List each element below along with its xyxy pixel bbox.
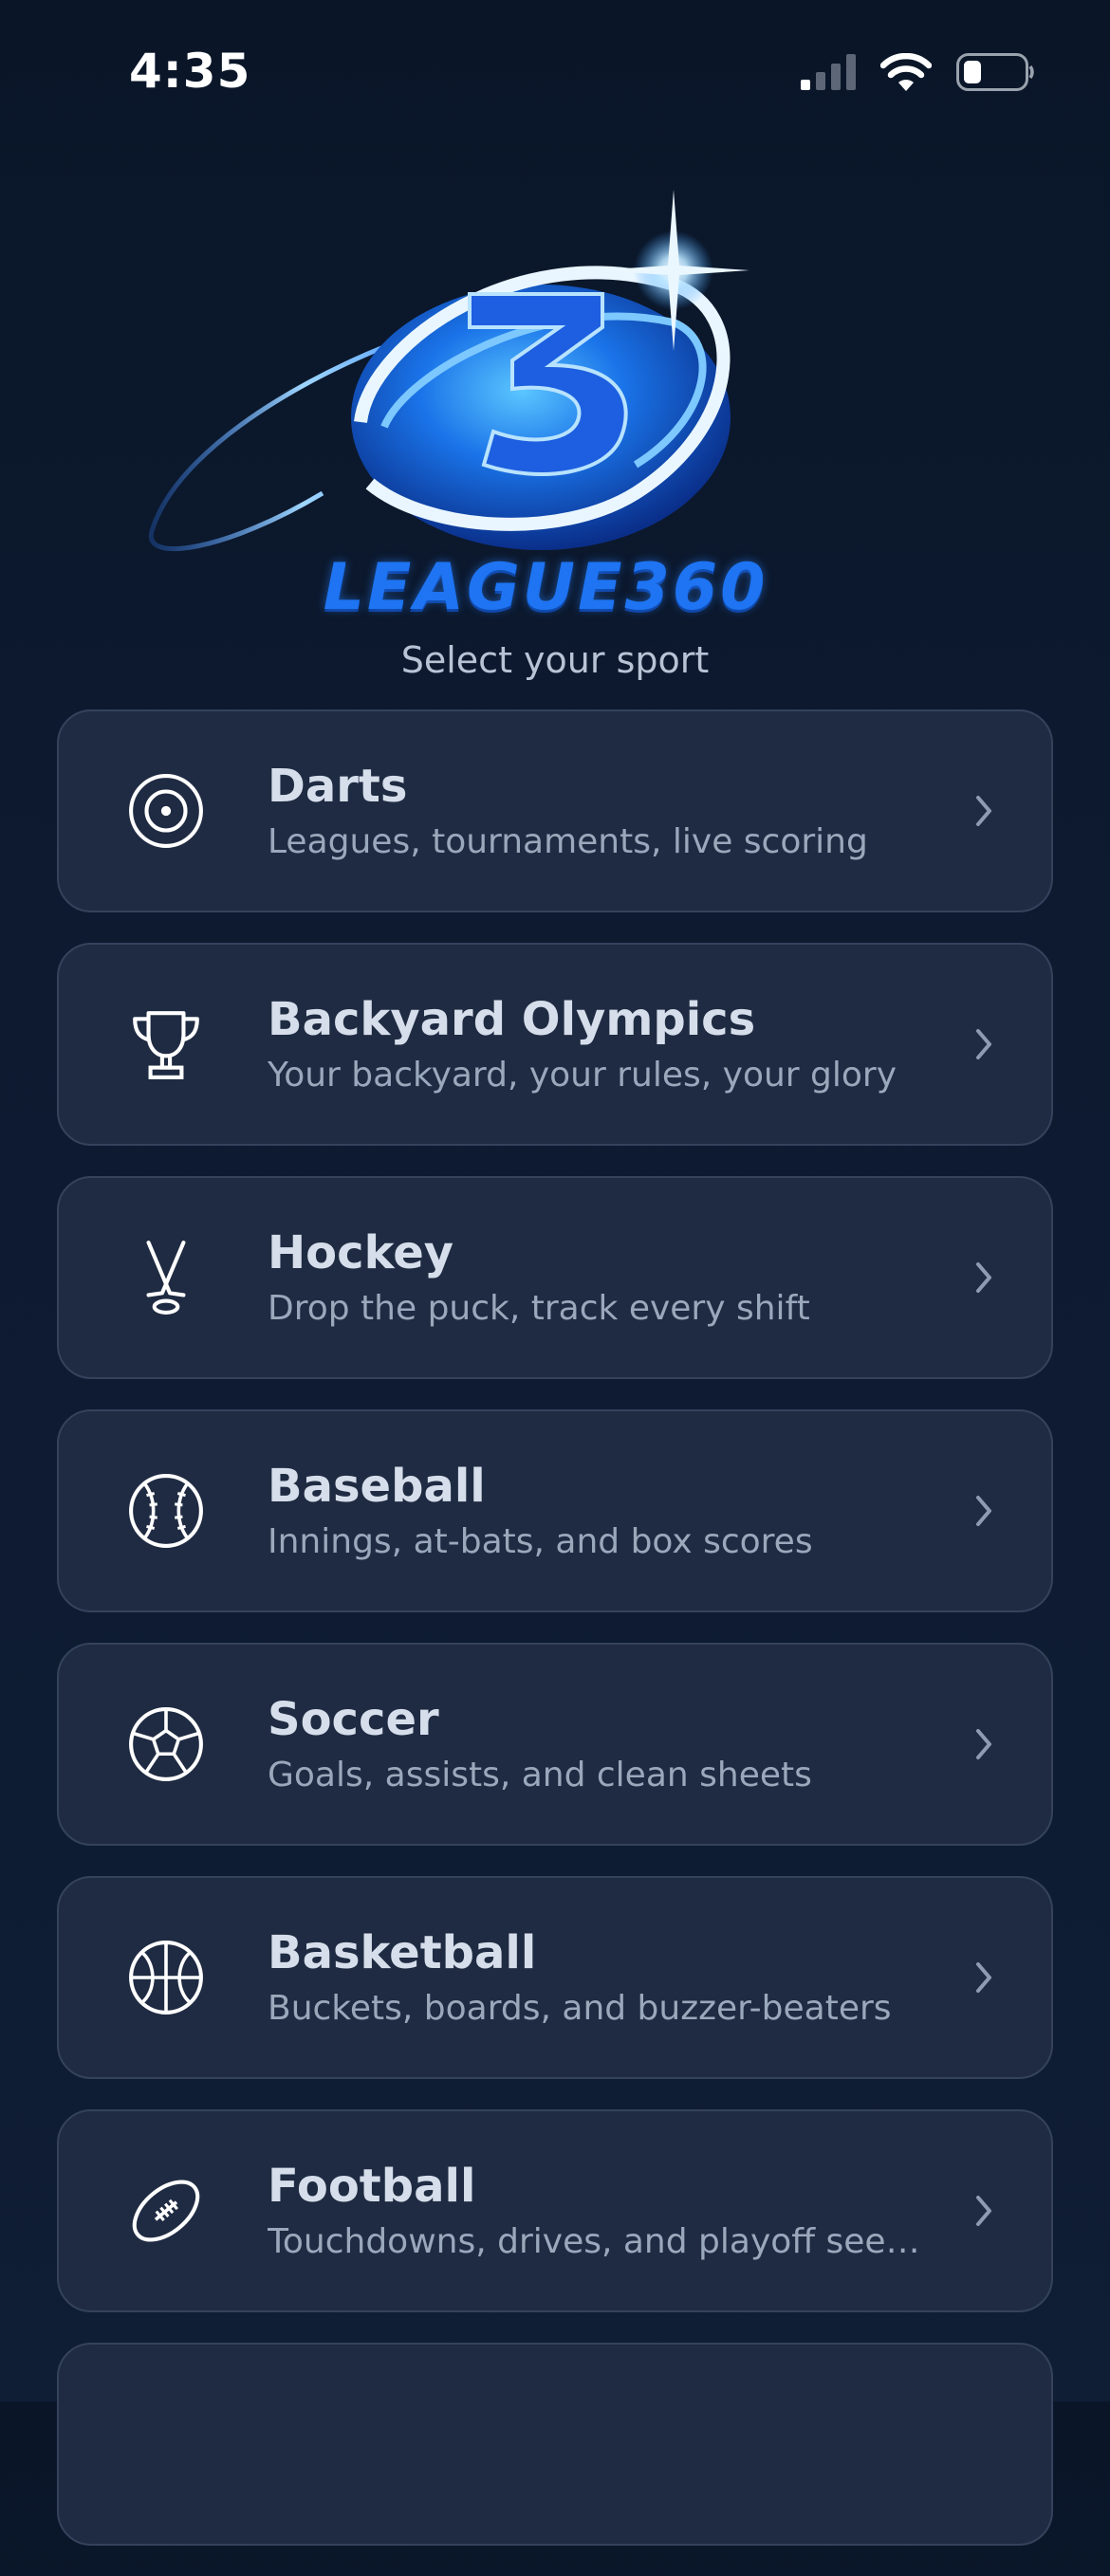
sport-text: Basketball Buckets, boards, and buzzer-b… [268,1925,956,2030]
chevron-right-icon [956,794,1013,828]
chevron-right-icon [956,1960,1013,1995]
sport-card-baseball[interactable]: Baseball Innings, at-bats, and box score… [57,1409,1053,1612]
status-bar: 4:35 [0,0,1110,142]
sport-text: Football Touchdowns, drives, and playoff… [268,2159,956,2263]
chevron-right-icon [956,1260,1013,1295]
soccer-ball-icon [123,1702,209,1787]
sport-list: Darts Leagues, tournaments, live scoring… [57,709,1053,2576]
trophy-icon [123,1002,209,1087]
sport-description: Leagues, tournaments, live scoring [268,822,868,861]
sport-text: Soccer Goals, assists, and clean sheets [268,1692,956,1796]
sport-card-basketball[interactable]: Basketball Buckets, boards, and buzzer-b… [57,1876,1053,2079]
sport-title: Football [268,2160,476,2213]
sport-description: Your backyard, your rules, your glory [268,1056,897,1095]
basketball-icon [123,1935,209,2020]
status-icons [801,52,1034,95]
status-time: 4:35 [129,44,251,99]
battery-icon [956,53,1034,95]
sport-title: Backyard Olympics [268,993,756,1046]
sport-title: Darts [268,760,408,813]
dartboard-icon [123,768,209,854]
football-icon [123,2168,209,2254]
wifi-icon [879,52,933,95]
sport-description: Buckets, boards, and buzzer-beaters [268,1989,892,2028]
chevron-right-icon [956,2194,1013,2228]
sport-title: Hockey [268,1226,454,1279]
sport-title: Basketball [268,1926,537,1979]
sport-title: Soccer [268,1693,439,1746]
chevron-right-icon [956,1727,1013,1761]
hockey-sticks-icon [123,1235,209,1320]
chevron-right-icon [956,1027,1013,1061]
cellular-signal-icon [801,54,856,94]
sport-text: Baseball Innings, at-bats, and box score… [268,1459,956,1563]
sport-card-partial[interactable] [57,2343,1053,2546]
logo-wordmark: LEAGUE360 [323,550,768,625]
sport-card-darts[interactable]: Darts Leagues, tournaments, live scoring [57,709,1053,912]
sport-title: Baseball [268,1460,486,1513]
sport-description: Touchdowns, drives, and playoff seedi... [268,2222,932,2261]
sport-text: Backyard Olympics Your backyard, your ru… [268,992,956,1096]
sport-description: Drop the puck, track every shift [268,1289,810,1328]
sport-description: Innings, at-bats, and box scores [268,1522,813,1561]
sport-description: Goals, assists, and clean sheets [268,1756,812,1794]
sport-text: Hockey Drop the puck, track every shift [268,1225,956,1330]
baseball-icon [123,1468,209,1554]
sport-card-football[interactable]: Football Touchdowns, drives, and playoff… [57,2109,1053,2312]
chevron-right-icon [956,1494,1013,1528]
sport-card-backyard-olympics[interactable]: Backyard Olympics Your backyard, your ru… [57,943,1053,1146]
sport-card-hockey[interactable]: Hockey Drop the puck, track every shift [57,1176,1053,1379]
sport-card-soccer[interactable]: Soccer Goals, assists, and clean sheets [57,1643,1053,1846]
sport-text: Darts Leagues, tournaments, live scoring [268,759,956,863]
subtitle: Select your sport [400,639,710,681]
